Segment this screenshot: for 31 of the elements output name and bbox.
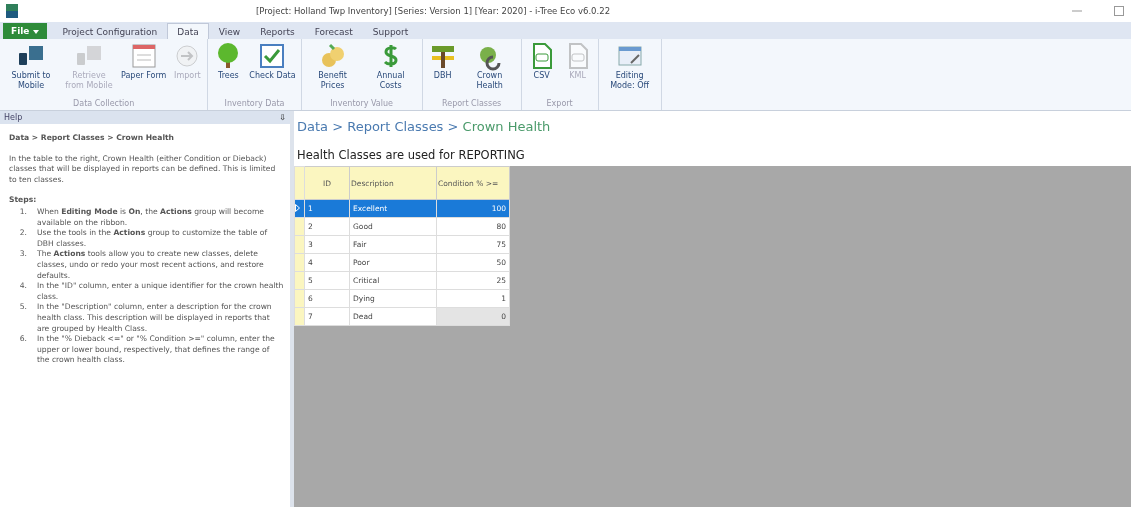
maximize-icon[interactable]: [1113, 5, 1125, 17]
ribbon-button[interactable]: CSV: [523, 41, 560, 99]
ribbon-tab[interactable]: Reports: [250, 23, 305, 39]
ribbon-button[interactable]: DBH: [424, 41, 461, 99]
panel-title: Help: [4, 113, 23, 122]
window-title: [Project: Holland Twp Inventory] [Series: Version 1] [Year: 2020] - i-Tree Eco v6.0.22: [255, 6, 612, 16]
group-label: Inventory Data: [224, 99, 285, 110]
pin-button[interactable]: ⇩: [279, 113, 286, 122]
file-menu-button[interactable]: File: [3, 23, 47, 39]
ribbon-button[interactable]: Crown Health: [460, 41, 519, 99]
ribbon-tab[interactable]: Forecast: [304, 23, 363, 39]
ribbon-button[interactable]: Editing Mode: Off: [600, 41, 659, 110]
group-label: Inventory Value: [330, 99, 393, 110]
group-label: Data Collection: [73, 99, 135, 110]
ribbon-button[interactable]: Benefit Prices: [303, 41, 362, 99]
ribbon-tab[interactable]: Data: [167, 23, 209, 39]
table-title: Health Classes are used for REPORTING: [297, 148, 526, 164]
ribbon-tab[interactable]: Project Configuration: [52, 23, 168, 39]
group-label: Export: [546, 99, 573, 110]
app-icon: [6, 4, 18, 18]
ribbon-tab[interactable]: Support: [362, 23, 419, 39]
ribbon-button[interactable]: Trees: [210, 41, 247, 99]
ribbon-tab[interactable]: View: [208, 23, 251, 39]
breadcrumb: Data > Report Classes > Crown Health: [297, 119, 552, 136]
ribbon-button[interactable]: Submit to Mobile: [2, 41, 60, 99]
row-pointer-icon: [295, 203, 300, 212]
ribbon-button[interactable]: Check Data: [246, 41, 299, 99]
ribbon-button[interactable]: Annual Costs: [361, 41, 420, 99]
group-label: Report Classes: [442, 99, 502, 110]
caret-icon: [32, 30, 39, 34]
ribbon-button[interactable]: Paper Form: [118, 41, 170, 99]
